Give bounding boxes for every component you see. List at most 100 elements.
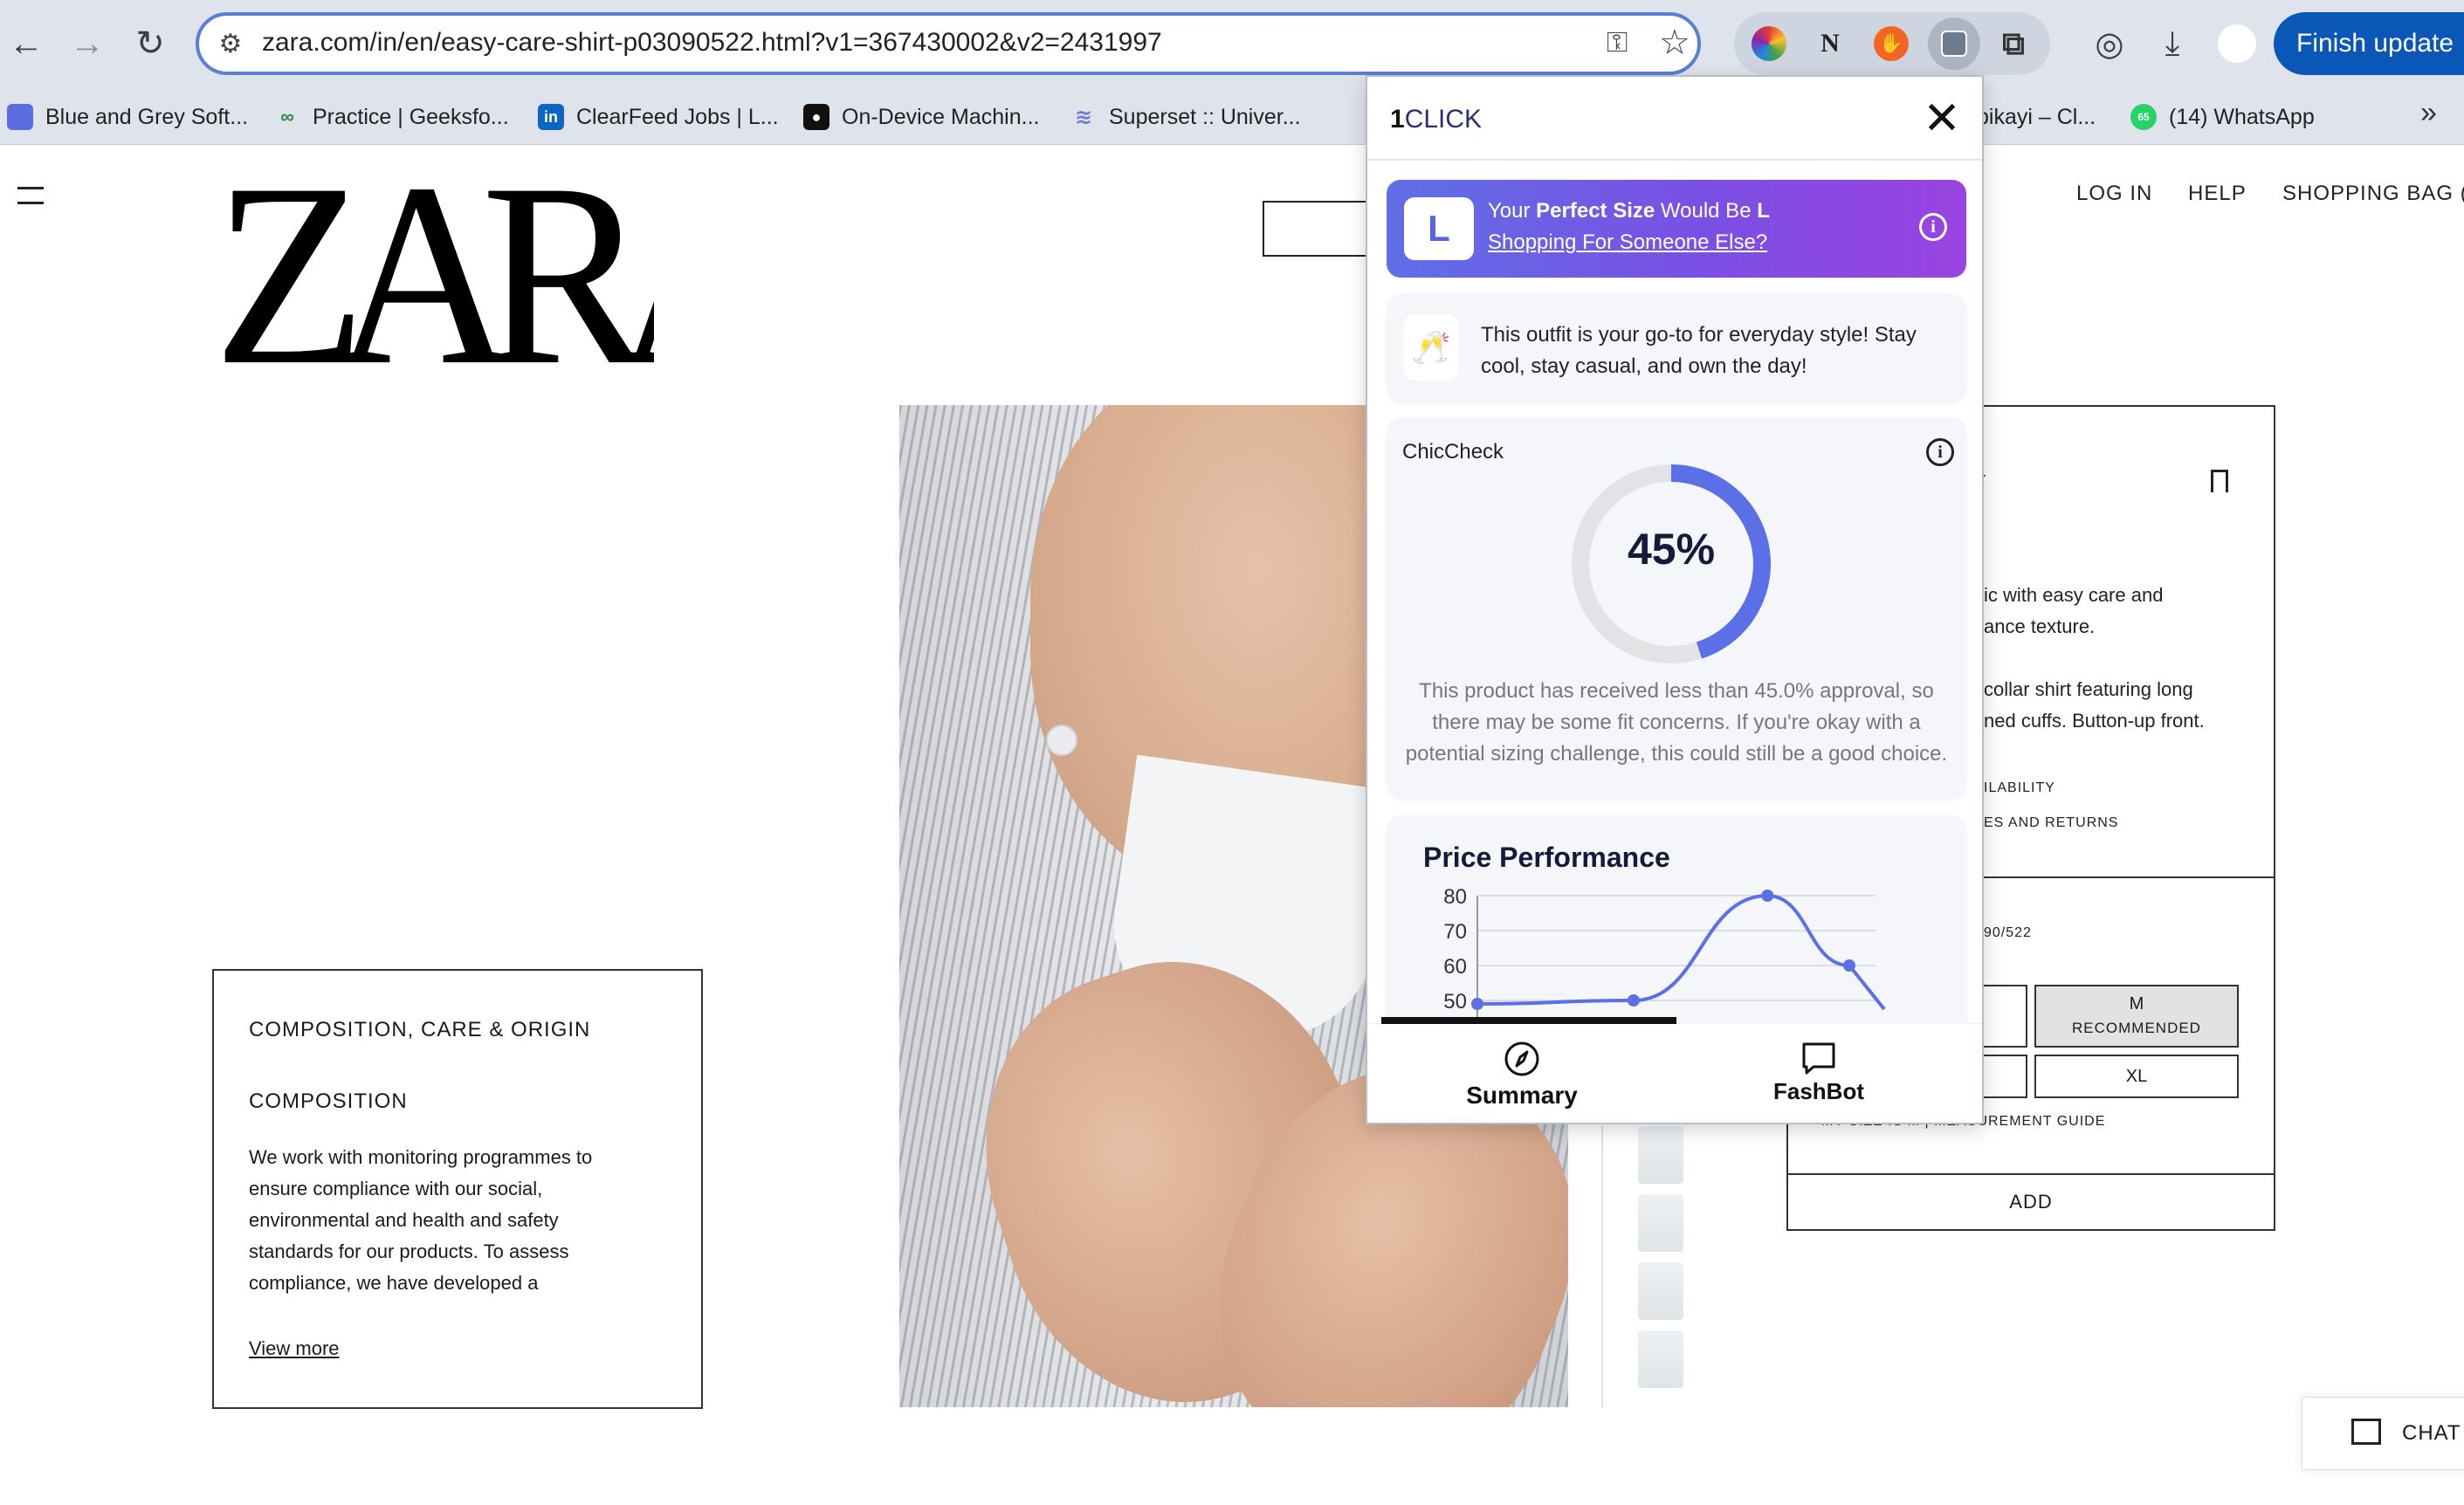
price-point	[1843, 959, 1855, 972]
performance-icon[interactable]: ◎	[2085, 19, 2134, 68]
bookmark-label: Blue and Grey Soft...	[45, 104, 249, 129]
bookmark-item[interactable]: bikayi – Cl...	[1977, 100, 2096, 134]
thumbnail[interactable]	[1638, 1126, 1683, 1184]
size-label: M	[2129, 994, 2144, 1014]
gallery-divider	[1601, 1126, 1603, 1407]
close-icon[interactable]: ✕	[1923, 94, 1961, 143]
whatsapp-icon: 65	[2130, 104, 2157, 130]
price-point	[1761, 890, 1774, 902]
address-bar[interactable]: ⚙ zara.com/in/en/easy-care-shirt-p030905…	[196, 12, 1701, 75]
search-input[interactable]	[1263, 201, 1367, 257]
medium-icon: ●	[803, 104, 829, 130]
color-picker-extension-icon[interactable]	[1752, 26, 1786, 61]
size-label: XL	[2125, 1067, 2148, 1086]
someone-else-link[interactable]: Shopping For Someone Else?	[1488, 230, 1767, 255]
bookmark-item[interactable]: in ClearFeed Jobs | L...	[538, 100, 779, 134]
popup-tab-bar: Summary FashBot	[1367, 1017, 1982, 1123]
bookmark-item[interactable]: ≋ Superset :: Univer...	[1070, 100, 1301, 134]
puzzle-extensions-icon[interactable]: ⧉	[1996, 25, 2031, 61]
back-icon[interactable]: ←	[2, 19, 51, 68]
product-reference: 90/522	[1984, 925, 2032, 940]
thumbnail[interactable]	[1638, 1330, 1683, 1388]
chevron-more-icon[interactable]: »	[2420, 96, 2437, 130]
shopping-bag-link[interactable]: SHOPPING BAG (0	[2282, 182, 2464, 206]
extensions-group: N ✋ ⧉	[1734, 12, 2050, 75]
perfect-size-card: L Your Perfect Size Would Be L Shopping …	[1387, 180, 1966, 278]
browser-toolbar: ← → ↻ ⚙ zara.com/in/en/easy-care-shirt-p…	[0, 0, 2464, 87]
composition-panel: COMPOSITION, CARE & ORIGIN COMPOSITION W…	[212, 969, 703, 1409]
y-tick-label: 70	[1443, 920, 1467, 944]
bookmark-star-icon[interactable]: ☆	[1659, 23, 1690, 63]
returns-link[interactable]: ES AND RETURNS	[1984, 815, 2118, 831]
thumbnail[interactable]	[1638, 1262, 1683, 1320]
forward-icon[interactable]: →	[63, 19, 112, 68]
popup-content[interactable]: L Your Perfect Size Would Be L Shopping …	[1367, 161, 1982, 1123]
hand-extension-icon[interactable]: ✋	[1874, 26, 1909, 61]
composition-text: We work with monitoring programmes to en…	[249, 1146, 593, 1294]
chat-icon	[2351, 1419, 2381, 1445]
availability-link[interactable]: ILABILITY	[1984, 780, 2055, 796]
add-to-bag-button[interactable]: ADD	[1786, 1173, 2275, 1231]
view-more-link[interactable]: View more	[249, 1337, 340, 1360]
profile-avatar[interactable]	[2218, 24, 2256, 63]
chiccheck-title: ChicCheck	[1402, 440, 1504, 464]
bookmark-label: Practice | Geeksfo...	[313, 104, 509, 129]
composition-subheading: COMPOSITION	[249, 1089, 408, 1113]
product-description: ic with easy care and	[1984, 584, 2164, 606]
info-icon[interactable]: i	[1926, 438, 1954, 466]
product-description: ned cuffs. Button-up front.	[1984, 710, 2205, 732]
recommended-label: RECOMMENDED	[2072, 1020, 2201, 1036]
thumbnail[interactable]	[1638, 1194, 1683, 1252]
oneclick-popup: 1CLICK ✕ L Your Perfect Size Would Be L …	[1366, 75, 1984, 1124]
product-description: collar shirt featuring long	[1984, 678, 2193, 700]
size-button[interactable]	[1982, 985, 2027, 1048]
oneclick-extension-icon[interactable]	[1928, 17, 1980, 70]
linkedin-icon: in	[538, 104, 564, 130]
reload-icon[interactable]: ↻	[126, 19, 175, 68]
superset-icon: ≋	[1074, 105, 1093, 129]
compass-icon	[1504, 1041, 1539, 1076]
y-tick-label: 50	[1443, 990, 1467, 1014]
save-bookmark-icon[interactable]	[2211, 470, 2228, 492]
thumbnail-strip	[1638, 1126, 1687, 1398]
menu-icon[interactable]	[17, 187, 44, 216]
chat-label: CHAT	[2402, 1421, 2461, 1445]
y-tick-label: 60	[1443, 955, 1467, 979]
bookmark-item[interactable]: Blue and Grey Soft...	[7, 100, 248, 134]
bookmark-label: Superset :: Univer...	[1109, 104, 1301, 129]
tab-summary[interactable]: Summary	[1367, 1024, 1676, 1123]
price-point	[1627, 994, 1640, 1007]
price-point	[1471, 998, 1483, 1010]
active-tab-indicator	[1381, 1017, 1676, 1024]
size-button-m[interactable]: M RECOMMENDED	[2034, 985, 2239, 1048]
url-text[interactable]: zara.com/in/en/easy-care-shirt-p03090522…	[262, 28, 1162, 58]
download-icon[interactable]: ⤓	[2148, 19, 2197, 68]
size-badge: L	[1404, 197, 1474, 260]
product-description: ance texture.	[1984, 615, 2096, 637]
bookmark-label: bikayi – Cl...	[1977, 104, 2096, 129]
popup-brand: 1CLICK	[1390, 105, 1483, 134]
info-icon[interactable]: i	[1919, 213, 1947, 241]
login-link[interactable]: LOG IN	[2076, 182, 2152, 206]
bookmark-item[interactable]: 65 (14) WhatsApp	[2130, 100, 2315, 134]
bookmark-label: ClearFeed Jobs | L...	[576, 104, 779, 129]
help-link[interactable]: HELP	[2188, 182, 2247, 206]
chat-button[interactable]: CHAT	[2302, 1397, 2464, 1470]
style-message-text: This outfit is your go-to for everyday s…	[1481, 323, 1917, 378]
tab-fashbot[interactable]: FashBot	[1676, 1024, 1982, 1123]
price-performance-title: Price Performance	[1423, 842, 1670, 873]
site-settings-icon[interactable]: ⚙	[213, 26, 248, 61]
bookmark-item[interactable]: ∞ Practice | Geeksfo...	[274, 100, 509, 134]
finish-update-button[interactable]: Finish update	[2274, 12, 2464, 75]
bookmarks-bar: Blue and Grey Soft... ∞ Practice | Geeks…	[0, 87, 2464, 145]
size-button-xl[interactable]: XL	[2034, 1055, 2239, 1098]
tab-label: FashBot	[1773, 1078, 1864, 1104]
geeksforgeeks-icon: ∞	[280, 106, 294, 127]
size-button[interactable]	[1982, 1055, 2027, 1098]
chat-bubble-icon	[1802, 1042, 1835, 1075]
password-key-icon[interactable]: ⚿	[1607, 26, 1628, 59]
zara-logo[interactable]: ZARA	[213, 154, 654, 395]
bookmark-item[interactable]: ● On-Device Machin...	[803, 100, 1039, 134]
chiccheck-description: This product has received less than 45.0…	[1405, 679, 1948, 766]
notion-extension-icon[interactable]: N	[1813, 26, 1848, 61]
